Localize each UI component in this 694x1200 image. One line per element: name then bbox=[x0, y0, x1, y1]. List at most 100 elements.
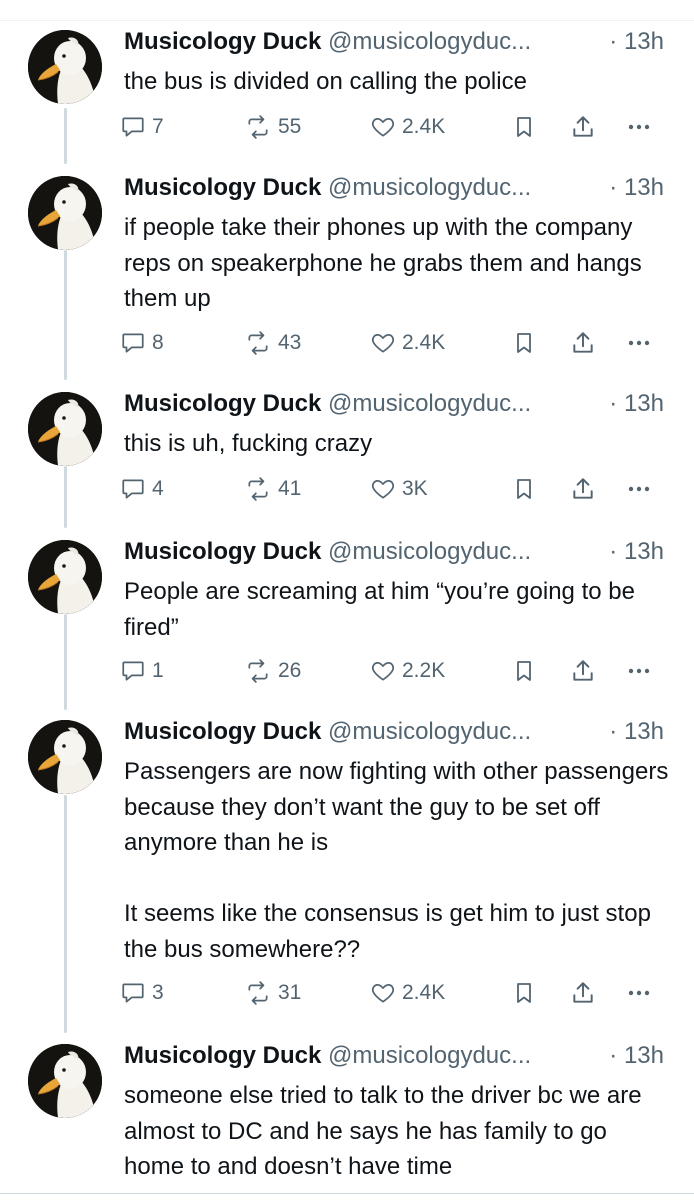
reply-count: 4 bbox=[152, 477, 164, 500]
share-button[interactable] bbox=[570, 474, 596, 504]
timestamp[interactable]: 13h bbox=[624, 174, 664, 201]
timestamp[interactable]: 13h bbox=[624, 28, 664, 55]
more-button[interactable] bbox=[625, 656, 653, 686]
duck-avatar-icon bbox=[28, 176, 102, 250]
tweet-header: Musicology Duck @musicologyduc... · 13h bbox=[124, 170, 664, 206]
thread-line bbox=[64, 795, 67, 1033]
reply-button[interactable]: 4 bbox=[120, 474, 164, 504]
bookmark-button[interactable] bbox=[512, 656, 536, 686]
reply-icon bbox=[122, 479, 144, 499]
like-count: 2.4K bbox=[402, 331, 446, 354]
avatar[interactable] bbox=[28, 176, 102, 250]
bookmark-icon bbox=[517, 479, 531, 499]
more-icon bbox=[628, 990, 650, 996]
share-icon bbox=[573, 116, 593, 137]
display-name[interactable]: Musicology Duck bbox=[124, 538, 321, 565]
timestamp[interactable]: 13h bbox=[624, 718, 664, 745]
heart-icon bbox=[371, 984, 395, 1003]
like-count: 2.4K bbox=[402, 981, 446, 1004]
handle[interactable]: @musicologyduc... bbox=[328, 718, 531, 745]
like-count: 2.4K bbox=[402, 115, 446, 138]
bookmark-button[interactable] bbox=[512, 328, 536, 358]
reply-icon bbox=[122, 983, 144, 1003]
avatar[interactable] bbox=[28, 392, 102, 466]
separator-dot: · bbox=[609, 174, 618, 201]
share-icon bbox=[573, 660, 593, 681]
separator-dot: · bbox=[609, 28, 618, 55]
separator-dot: · bbox=[609, 718, 618, 745]
avatar[interactable] bbox=[28, 30, 102, 104]
like-button[interactable]: 3K bbox=[370, 474, 428, 504]
reply-button[interactable]: 7 bbox=[120, 112, 164, 142]
like-button[interactable]: 2.4K bbox=[370, 328, 445, 358]
retweet-icon bbox=[248, 477, 268, 501]
tweet-text: if people take their phones up with the … bbox=[124, 214, 642, 312]
like-button[interactable]: 2.2K bbox=[370, 656, 445, 686]
more-button[interactable] bbox=[625, 328, 653, 358]
reply-count: 3 bbox=[152, 981, 164, 1004]
bookmark-button[interactable] bbox=[512, 112, 536, 142]
reply-button[interactable]: 8 bbox=[120, 328, 164, 358]
heart-icon bbox=[371, 334, 395, 353]
heart-icon bbox=[371, 662, 395, 681]
bookmark-icon bbox=[517, 333, 531, 353]
share-button[interactable] bbox=[570, 328, 596, 358]
reply-icon bbox=[122, 661, 144, 681]
like-button[interactable]: 2.4K bbox=[370, 978, 445, 1008]
retweet-button[interactable]: 41 bbox=[244, 474, 301, 504]
retweet-button[interactable]: 55 bbox=[244, 112, 301, 142]
avatar[interactable] bbox=[28, 540, 102, 614]
tweet-header: Musicology Duck @musicologyduc... · 13h bbox=[124, 714, 664, 750]
retweet-button[interactable]: 43 bbox=[244, 328, 301, 358]
tweet-text: the bus is divided on calling the police bbox=[124, 68, 527, 95]
avatar[interactable] bbox=[28, 720, 102, 794]
retweet-count: 41 bbox=[278, 477, 302, 500]
tweet-text: People are screaming at him “you’re goin… bbox=[124, 578, 635, 641]
bookmark-button[interactable] bbox=[512, 978, 536, 1008]
more-icon bbox=[628, 486, 650, 492]
timestamp[interactable]: 13h bbox=[624, 1042, 664, 1069]
share-icon bbox=[573, 332, 593, 353]
handle[interactable]: @musicologyduc... bbox=[328, 538, 531, 565]
retweet-icon bbox=[248, 115, 268, 139]
timestamp[interactable]: 13h bbox=[624, 390, 664, 417]
action-bar: 7 55 2.4K bbox=[120, 112, 665, 142]
retweet-icon bbox=[248, 659, 268, 683]
action-bar: 1 26 2.2K bbox=[120, 656, 665, 686]
timestamp[interactable]: 13h bbox=[624, 538, 664, 565]
like-count: 3K bbox=[402, 477, 428, 500]
more-button[interactable] bbox=[625, 474, 653, 504]
share-button[interactable] bbox=[570, 978, 596, 1008]
handle[interactable]: @musicologyduc... bbox=[328, 28, 531, 55]
tweet-text: Passengers are now fighting with other p… bbox=[124, 758, 669, 963]
tweet-text: someone else tried to talk to the driver… bbox=[124, 1082, 642, 1180]
retweet-button[interactable]: 26 bbox=[244, 656, 301, 686]
avatar[interactable] bbox=[28, 1044, 102, 1118]
display-name[interactable]: Musicology Duck bbox=[124, 718, 321, 745]
bookmark-button[interactable] bbox=[512, 474, 536, 504]
like-button[interactable]: 2.4K bbox=[370, 112, 445, 142]
display-name[interactable]: Musicology Duck bbox=[124, 174, 321, 201]
display-name[interactable]: Musicology Duck bbox=[124, 28, 321, 55]
share-icon bbox=[573, 982, 593, 1003]
handle[interactable]: @musicologyduc... bbox=[328, 390, 531, 417]
share-button[interactable] bbox=[570, 112, 596, 142]
handle[interactable]: @musicologyduc... bbox=[328, 1042, 531, 1069]
duck-avatar-icon bbox=[28, 30, 102, 104]
handle[interactable]: @musicologyduc... bbox=[328, 174, 531, 201]
display-name[interactable]: Musicology Duck bbox=[124, 390, 321, 417]
share-button[interactable] bbox=[570, 656, 596, 686]
separator-dot: · bbox=[609, 390, 618, 417]
reply-button[interactable]: 3 bbox=[120, 978, 164, 1008]
reply-button[interactable]: 1 bbox=[120, 656, 164, 686]
more-button[interactable] bbox=[625, 112, 653, 142]
tweet-header: Musicology Duck @musicologyduc... · 13h bbox=[124, 386, 664, 422]
more-button[interactable] bbox=[625, 978, 653, 1008]
reply-count: 1 bbox=[152, 659, 164, 682]
retweet-button[interactable]: 31 bbox=[244, 978, 301, 1008]
display-name[interactable]: Musicology Duck bbox=[124, 1042, 321, 1069]
thread-line bbox=[64, 250, 67, 380]
retweet-icon bbox=[248, 981, 268, 1005]
heart-icon bbox=[371, 118, 395, 137]
tweet-header: Musicology Duck @musicologyduc... · 13h bbox=[124, 24, 664, 60]
